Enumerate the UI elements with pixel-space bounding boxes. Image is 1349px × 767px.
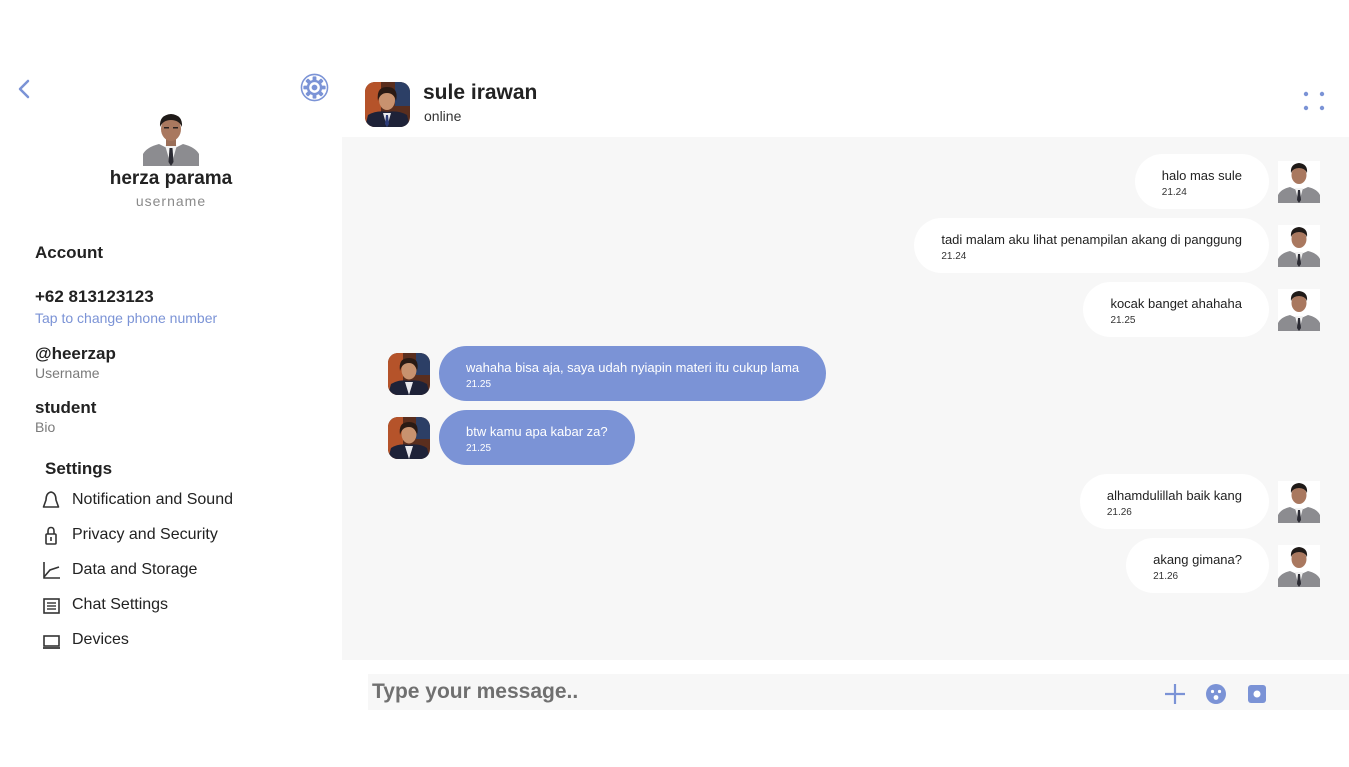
bell-icon — [42, 491, 60, 508]
handle-label: Username — [35, 365, 100, 381]
settings-item-label: Data and Storage — [72, 561, 198, 578]
message-text: kocak banget ahahaha — [1110, 296, 1242, 311]
message-time: 21.24 — [1161, 187, 1187, 198]
more-options-icon[interactable] — [1300, 88, 1328, 116]
list-icon — [43, 598, 60, 614]
message-text: alhamdulillah baik kang — [1106, 488, 1242, 503]
profile-name: herza parama — [109, 168, 233, 189]
message-outgoing: kocak banget ahahaha 21.25 — [1083, 282, 1320, 337]
settings-item-label: Chat Settings — [72, 596, 169, 613]
message-bubble[interactable]: tadi malam aku lihat penampilan akang di… — [914, 218, 1269, 273]
message-bubble[interactable]: akang gimana? 21.26 — [1126, 538, 1269, 593]
contact-avatar[interactable] — [365, 82, 410, 127]
settings-item-data[interactable]: Data and Storage — [40, 557, 300, 583]
message-time: 21.26 — [1153, 571, 1179, 582]
bio-label: Bio — [35, 419, 56, 435]
message-text: btw kamu apa kabar za? — [466, 424, 608, 439]
camera-icon[interactable] — [1246, 683, 1268, 705]
message-text: wahaha bisa aja, saya udah nyiapin mater… — [466, 360, 800, 375]
message-time: 21.25 — [466, 379, 492, 390]
laptop-icon — [43, 635, 60, 649]
message-time: 21.25 — [1110, 315, 1136, 326]
my-avatar — [1278, 480, 1320, 523]
my-avatar — [1278, 160, 1320, 203]
contact-message-avatar — [388, 352, 430, 395]
my-avatar — [1278, 288, 1320, 331]
message-incoming: btw kamu apa kabar za? 21.25 — [388, 410, 635, 465]
settings-item-notification[interactable]: Notification and Sound — [40, 487, 300, 513]
contact-message-avatar — [388, 416, 430, 459]
settings-item-label: Devices — [72, 631, 129, 648]
settings-item-devices[interactable]: Devices — [40, 627, 300, 653]
message-incoming: wahaha bisa aja, saya udah nyiapin mater… — [388, 346, 827, 401]
emoji-icon[interactable] — [1205, 683, 1227, 705]
profile-avatar[interactable] — [143, 112, 199, 166]
lock-icon — [45, 526, 57, 545]
settings-item-chat[interactable]: Chat Settings — [40, 592, 300, 618]
message-bubble[interactable]: halo mas sule 21.24 — [1134, 154, 1269, 209]
settings-item-label: Notification and Sound — [72, 491, 233, 508]
back-arrow-icon[interactable] — [14, 78, 34, 100]
composer-bar — [368, 674, 1349, 710]
message-bubble[interactable]: kocak banget ahahaha 21.25 — [1083, 282, 1269, 337]
message-text: tadi malam aku lihat penampilan akang di… — [941, 232, 1242, 247]
handle-value[interactable]: @heerzap — [35, 344, 116, 364]
message-time: 21.26 — [1106, 507, 1132, 518]
settings-gear-icon[interactable] — [300, 73, 329, 102]
settings-heading: Settings — [45, 459, 113, 478]
settings-item-label: Privacy and Security — [72, 526, 218, 543]
message-input[interactable] — [372, 677, 1132, 707]
message-bubble[interactable]: btw kamu apa kabar za? 21.25 — [439, 410, 635, 465]
message-text: halo mas sule — [1161, 168, 1242, 183]
my-avatar — [1278, 544, 1320, 587]
message-outgoing: akang gimana? 21.26 — [1126, 538, 1320, 593]
contact-name: sule irawan — [423, 81, 538, 104]
change-phone-link[interactable]: Tap to change phone number — [35, 310, 217, 326]
add-attachment-icon[interactable] — [1164, 683, 1186, 705]
message-outgoing: halo mas sule 21.24 — [1134, 154, 1320, 209]
message-outgoing: tadi malam aku lihat penampilan akang di… — [914, 218, 1320, 273]
message-bubble[interactable]: alhamdulillah baik kang 21.26 — [1079, 474, 1269, 529]
message-outgoing: alhamdulillah baik kang 21.26 — [1079, 474, 1320, 529]
message-time: 21.25 — [466, 443, 492, 454]
message-text: akang gimana? — [1153, 552, 1242, 567]
bio-value[interactable]: student — [35, 398, 96, 418]
settings-item-privacy[interactable]: Privacy and Security — [40, 522, 300, 548]
contact-status: online — [424, 108, 462, 124]
phone-number[interactable]: +62 813123123 — [35, 287, 154, 307]
profile-username-label: username — [135, 193, 207, 209]
chart-icon — [43, 562, 60, 579]
message-time: 21.24 — [941, 251, 967, 262]
my-avatar — [1278, 224, 1320, 267]
message-bubble[interactable]: wahaha bisa aja, saya udah nyiapin mater… — [439, 346, 827, 401]
account-heading: Account — [35, 243, 103, 262]
